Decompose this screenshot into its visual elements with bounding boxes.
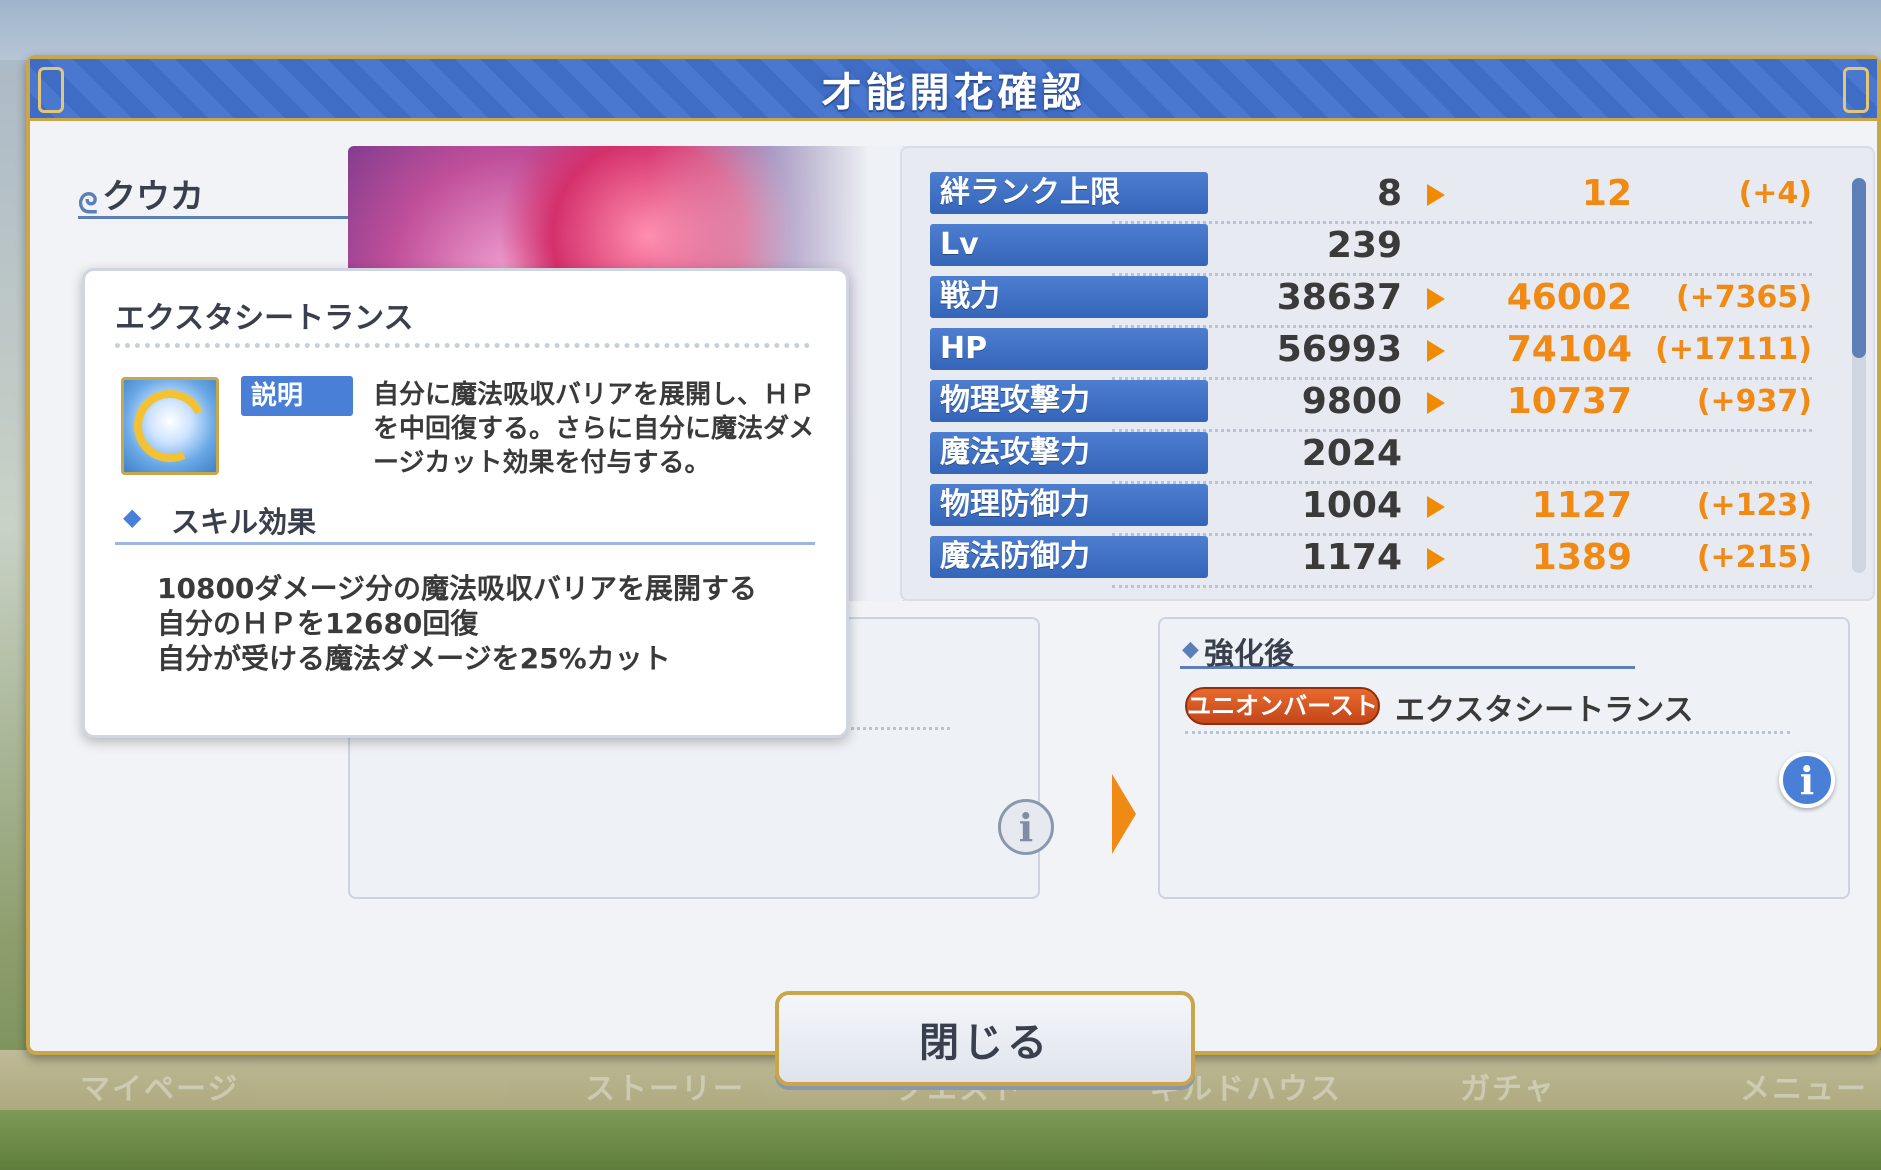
dialog-title: 才能開花確認: [821, 69, 1086, 116]
stat-diff: (+123): [1696, 488, 1812, 523]
stat-value: 239: [1326, 225, 1402, 266]
diamond-icon: ◆: [123, 503, 142, 531]
skill-description: 自分に魔法吸収バリアを展開し、ＨＰを中回復する。さらに自分に魔法ダメージカット効…: [373, 380, 816, 478]
ornament-icon: [1843, 67, 1869, 113]
arrow-right-icon: [1427, 548, 1445, 570]
close-button[interactable]: 閉じる: [775, 991, 1195, 1086]
arrow-right-icon: [1427, 496, 1445, 518]
info-icon[interactable]: i: [998, 799, 1054, 855]
description-tag: 説明: [241, 376, 353, 416]
arrow-right-icon: [1427, 340, 1445, 362]
character-name: ᘓ クウカ: [78, 169, 363, 220]
skill-after-header-text: 強化後: [1204, 637, 1294, 672]
stat-row: 戦力 38637 46002 (+7365): [902, 276, 1862, 328]
arrow-right-icon: [1427, 184, 1445, 206]
bg-nav-item: ガチャ: [1460, 1072, 1556, 1107]
skill-after-panel: ◆ 強化後 ユニオンバースト エクスタシートランス: [1158, 617, 1850, 899]
skill-effect-list: 10800ダメージ分の魔法吸収バリアを展開する 自分のＨＰを12680回復 自分…: [157, 571, 777, 676]
stat-diff: (+7365): [1675, 280, 1812, 315]
stat-row: 魔法防御力 1174 1389 (+215): [902, 536, 1862, 588]
background-bottom: [0, 1110, 1881, 1170]
stat-label: 物理攻撃力: [930, 380, 1208, 422]
skill-name: エクスタシートランス: [1395, 693, 1694, 728]
ornament-icon: [38, 67, 64, 113]
background-top: [0, 0, 1881, 60]
stat-row: 魔法攻撃力 2024: [902, 432, 1862, 484]
stat-new-value: 46002: [1506, 277, 1632, 318]
stat-label: HP: [930, 328, 1208, 370]
stat-value: 38637: [1276, 277, 1402, 318]
stat-new-value: 10737: [1506, 381, 1632, 422]
tooltip-title: エクスタシートランス: [115, 301, 414, 336]
stat-label: 魔法防御力: [930, 536, 1208, 578]
stat-diff: (+215): [1696, 540, 1812, 575]
skill-tooltip: エクスタシートランス 説明 自分に魔法吸収バリアを展開し、ＨＰを中回復する。さら…: [82, 268, 849, 738]
stat-label: Lv: [930, 224, 1208, 266]
stat-scrollbar[interactable]: [1852, 178, 1866, 573]
swirl-icon: ᘓ: [78, 187, 98, 220]
stat-row: 物理攻撃力 9800 10737 (+937): [902, 380, 1862, 432]
stat-diff: (+937): [1696, 384, 1812, 419]
stat-diff: (+17111): [1655, 332, 1812, 367]
stat-row: Lv 239: [902, 224, 1862, 276]
stat-table: 絆ランク上限 8 12 (+4) Lv 239 戦力 38637 46002 (…: [900, 146, 1875, 601]
stat-value: 56993: [1276, 329, 1402, 370]
stat-label: 物理防御力: [930, 484, 1208, 526]
stat-new-value: 1127: [1531, 485, 1632, 526]
stat-value: 2024: [1301, 433, 1402, 474]
stat-value: 8: [1376, 173, 1402, 214]
stat-row: HP 56993 74104 (+17111): [902, 328, 1862, 380]
scrollbar-thumb[interactable]: [1852, 178, 1866, 358]
dialog-title-bar: 才能開花確認: [30, 59, 1877, 121]
stat-value: 1174: [1301, 537, 1402, 578]
skill-effect-header: ◆ スキル効果: [115, 499, 815, 545]
stat-new-value: 12: [1581, 173, 1632, 214]
stat-new-value: 1389: [1531, 537, 1632, 578]
stat-value: 1004: [1301, 485, 1402, 526]
stat-row: 絆ランク上限 8 12 (+4): [902, 172, 1862, 224]
character-name-text: クウカ: [102, 177, 204, 217]
diamond-icon: ◆: [1182, 637, 1199, 662]
stat-row: 物理防御力 1004 1127 (+123): [902, 484, 1862, 536]
stat-label: 絆ランク上限: [930, 172, 1208, 214]
stat-diff: (+4): [1738, 176, 1812, 211]
bg-nav-item: ストーリー: [585, 1072, 745, 1107]
stat-new-value: 74104: [1506, 329, 1632, 370]
info-icon[interactable]: i: [1779, 752, 1835, 808]
arrow-right-icon: [1112, 774, 1136, 854]
stat-value: 9800: [1301, 381, 1402, 422]
union-burst-badge: ユニオンバースト: [1185, 687, 1380, 725]
bg-nav-item: メニュー: [1740, 1072, 1868, 1107]
arrow-right-icon: [1427, 392, 1445, 414]
skill-effect-item: 10800ダメージ分の魔法吸収バリアを展開する: [157, 572, 758, 605]
bg-nav-item: マイページ: [80, 1072, 240, 1107]
skill-barrier-icon: [121, 377, 219, 475]
stat-label: 戦力: [930, 276, 1208, 318]
skill-effect-item: 自分のＨＰを12680回復: [157, 607, 479, 640]
stat-label: 魔法攻撃力: [930, 432, 1208, 474]
arrow-right-icon: [1427, 288, 1445, 310]
skill-after-header: ◆ 強化後: [1180, 629, 1635, 672]
skill-effect-item: 自分が受ける魔法ダメージを25%カット: [157, 642, 671, 675]
skill-effect-header-text: スキル効果: [171, 505, 317, 539]
